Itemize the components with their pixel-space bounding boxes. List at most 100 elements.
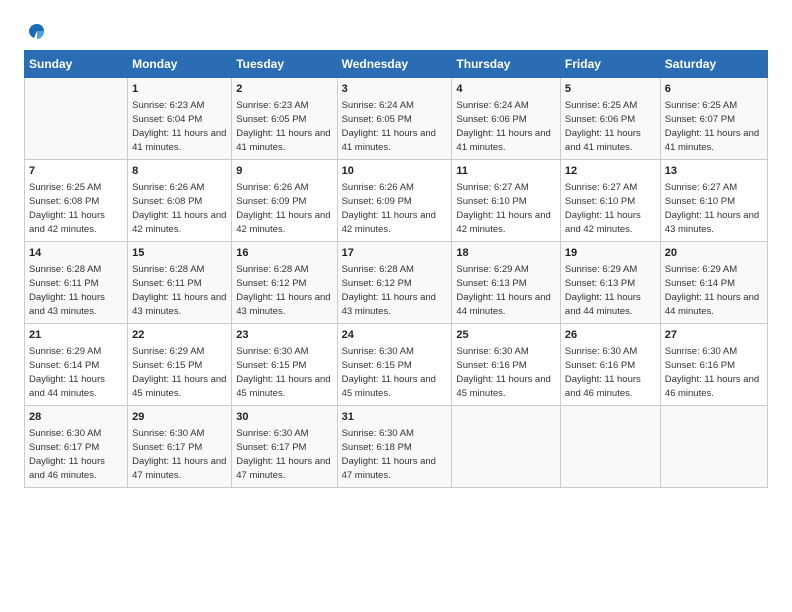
day-info: Sunrise: 6:30 AMSunset: 6:18 PMDaylight:… [342, 427, 448, 482]
day-info: Sunrise: 6:30 AMSunset: 6:15 PMDaylight:… [342, 345, 448, 400]
day-number: 30 [236, 410, 332, 425]
day-cell: 20 Sunrise: 6:29 AMSunset: 6:14 PMDayligh… [660, 242, 767, 324]
day-number: 13 [665, 164, 763, 179]
day-cell: 28 Sunrise: 6:30 AMSunset: 6:17 PMDayligh… [25, 406, 128, 488]
header-day: Thursday [452, 51, 561, 78]
day-cell: 11 Sunrise: 6:27 AMSunset: 6:10 PMDayligh… [452, 160, 561, 242]
day-cell [25, 78, 128, 160]
day-number: 9 [236, 164, 332, 179]
day-info: Sunrise: 6:30 AMSunset: 6:17 PMDaylight:… [236, 427, 332, 482]
day-info: Sunrise: 6:25 AMSunset: 6:06 PMDaylight:… [565, 99, 656, 154]
day-number: 22 [132, 328, 227, 343]
header-day: Wednesday [337, 51, 452, 78]
day-info: Sunrise: 6:24 AMSunset: 6:06 PMDaylight:… [456, 99, 556, 154]
day-cell: 3Sunrise: 6:24 AMSunset: 6:05 PMDaylight… [337, 78, 452, 160]
day-cell: 16Sunrise: 6:28 AMSunset: 6:12 PMDayligh… [232, 242, 337, 324]
logo [24, 20, 48, 38]
day-number: 11 [456, 164, 556, 179]
day-info: Sunrise: 6:29 AMSunset: 6:14 PMDaylight:… [29, 345, 123, 400]
day-cell: 5Sunrise: 6:25 AMSunset: 6:06 PMDaylight… [560, 78, 660, 160]
day-cell: 24 Sunrise: 6:30 AMSunset: 6:15 PMDayligh… [337, 324, 452, 406]
day-info: Sunrise: 6:29 AMSunset: 6:13 PMDaylight:… [456, 263, 556, 318]
day-cell: 17 Sunrise: 6:28 AMSunset: 6:12 PMDayligh… [337, 242, 452, 324]
day-cell: 29 Sunrise: 6:30 AMSunset: 6:17 PMDayligh… [128, 406, 232, 488]
day-info: Sunrise: 6:23 AMSunset: 6:04 PMDaylight:… [132, 99, 227, 154]
day-info: Sunrise: 6:30 AMSunset: 6:16 PMDaylight:… [665, 345, 763, 400]
day-cell: 7 Sunrise: 6:25 AMSunset: 6:08 PMDaylight… [25, 160, 128, 242]
day-number: 17 [342, 246, 448, 261]
day-info: Sunrise: 6:29 AMSunset: 6:14 PMDaylight:… [665, 263, 763, 318]
day-info: Sunrise: 6:28 AMSunset: 6:11 PMDaylight:… [29, 263, 123, 318]
day-number: 20 [665, 246, 763, 261]
day-cell: 27 Sunrise: 6:30 AMSunset: 6:16 PMDayligh… [660, 324, 767, 406]
day-cell [560, 406, 660, 488]
day-number: 12 [565, 164, 656, 179]
calendar-table: SundayMondayTuesdayWednesdayThursdayFrid… [24, 50, 768, 488]
day-cell: 1 Sunrise: 6:23 AMSunset: 6:04 PMDaylight… [128, 78, 232, 160]
day-cell: 6 Sunrise: 6:25 AMSunset: 6:07 PMDaylight… [660, 78, 767, 160]
day-info: Sunrise: 6:27 AMSunset: 6:10 PMDaylight:… [456, 181, 556, 236]
header-day: Saturday [660, 51, 767, 78]
day-cell: 19 Sunrise: 6:29 AMSunset: 6:13 PMDayligh… [560, 242, 660, 324]
week-row: 1 Sunrise: 6:23 AMSunset: 6:04 PMDaylight… [25, 78, 768, 160]
day-cell [660, 406, 767, 488]
day-number: 28 [29, 410, 123, 425]
day-number: 6 [665, 82, 763, 97]
day-info: Sunrise: 6:29 AMSunset: 6:13 PMDaylight:… [565, 263, 656, 318]
day-number: 27 [665, 328, 763, 343]
day-info: Sunrise: 6:28 AMSunset: 6:11 PMDaylight:… [132, 263, 227, 318]
day-number: 2 [236, 82, 332, 97]
header-day: Sunday [25, 51, 128, 78]
day-number: 24 [342, 328, 448, 343]
day-cell: 8 Sunrise: 6:26 AMSunset: 6:08 PMDaylight… [128, 160, 232, 242]
header-day: Tuesday [232, 51, 337, 78]
day-info: Sunrise: 6:26 AMSunset: 6:09 PMDaylight:… [342, 181, 448, 236]
day-number: 15 [132, 246, 227, 261]
day-cell: 13 Sunrise: 6:27 AMSunset: 6:10 PMDayligh… [660, 160, 767, 242]
day-cell: 15 Sunrise: 6:28 AMSunset: 6:11 PMDayligh… [128, 242, 232, 324]
logo-icon [26, 20, 48, 42]
day-info: Sunrise: 6:29 AMSunset: 6:15 PMDaylight:… [132, 345, 227, 400]
day-cell: 12 Sunrise: 6:27 AMSunset: 6:10 PMDayligh… [560, 160, 660, 242]
day-info: Sunrise: 6:30 AMSunset: 6:17 PMDaylight:… [132, 427, 227, 482]
week-row: 21 Sunrise: 6:29 AMSunset: 6:14 PMDayligh… [25, 324, 768, 406]
day-number: 18 [456, 246, 556, 261]
header [24, 20, 768, 38]
day-number: 4 [456, 82, 556, 97]
day-number: 8 [132, 164, 227, 179]
day-info: Sunrise: 6:30 AMSunset: 6:17 PMDaylight:… [29, 427, 123, 482]
page: SundayMondayTuesdayWednesdayThursdayFrid… [0, 0, 792, 504]
day-cell: 18 Sunrise: 6:29 AMSunset: 6:13 PMDayligh… [452, 242, 561, 324]
week-row: 28 Sunrise: 6:30 AMSunset: 6:17 PMDayligh… [25, 406, 768, 488]
day-cell: 30 Sunrise: 6:30 AMSunset: 6:17 PMDayligh… [232, 406, 337, 488]
day-cell [452, 406, 561, 488]
day-info: Sunrise: 6:30 AMSunset: 6:16 PMDaylight:… [456, 345, 556, 400]
day-number: 3 [342, 82, 448, 97]
header-day: Monday [128, 51, 232, 78]
day-number: 7 [29, 164, 123, 179]
day-cell: 10 Sunrise: 6:26 AMSunset: 6:09 PMDayligh… [337, 160, 452, 242]
day-info: Sunrise: 6:28 AMSunset: 6:12 PMDaylight:… [342, 263, 448, 318]
day-number: 14 [29, 246, 123, 261]
day-cell: 2 Sunrise: 6:23 AMSunset: 6:05 PMDaylight… [232, 78, 337, 160]
day-number: 25 [456, 328, 556, 343]
day-cell: 21 Sunrise: 6:29 AMSunset: 6:14 PMDayligh… [25, 324, 128, 406]
day-number: 10 [342, 164, 448, 179]
header-row: SundayMondayTuesdayWednesdayThursdayFrid… [25, 51, 768, 78]
day-info: Sunrise: 6:26 AMSunset: 6:08 PMDaylight:… [132, 181, 227, 236]
day-info: Sunrise: 6:25 AMSunset: 6:07 PMDaylight:… [665, 99, 763, 154]
day-number: 21 [29, 328, 123, 343]
day-info: Sunrise: 6:27 AMSunset: 6:10 PMDaylight:… [565, 181, 656, 236]
week-row: 14 Sunrise: 6:28 AMSunset: 6:11 PMDayligh… [25, 242, 768, 324]
week-row: 7 Sunrise: 6:25 AMSunset: 6:08 PMDaylight… [25, 160, 768, 242]
day-info: Sunrise: 6:25 AMSunset: 6:08 PMDaylight:… [29, 181, 123, 236]
day-number: 29 [132, 410, 227, 425]
day-number: 19 [565, 246, 656, 261]
day-cell: 23Sunrise: 6:30 AMSunset: 6:15 PMDayligh… [232, 324, 337, 406]
day-info: Sunrise: 6:27 AMSunset: 6:10 PMDaylight:… [665, 181, 763, 236]
day-number: 1 [132, 82, 227, 97]
day-info: Sunrise: 6:26 AMSunset: 6:09 PMDaylight:… [236, 181, 332, 236]
day-number: 16 [236, 246, 332, 261]
day-cell: 4 Sunrise: 6:24 AMSunset: 6:06 PMDaylight… [452, 78, 561, 160]
day-info: Sunrise: 6:23 AMSunset: 6:05 PMDaylight:… [236, 99, 332, 154]
